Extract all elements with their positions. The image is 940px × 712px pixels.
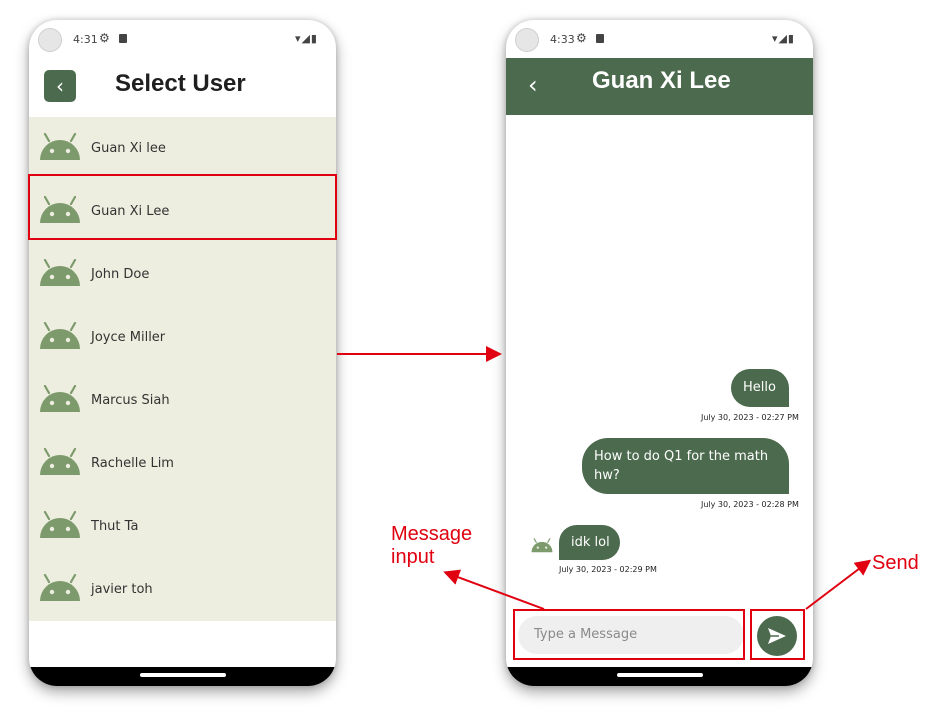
message-input-callout-arrow xyxy=(443,569,545,610)
message-input-callout-label: Message input xyxy=(391,523,472,569)
callout-line: Message xyxy=(391,523,473,545)
annotation-arrows xyxy=(337,346,872,610)
send-callout-arrow xyxy=(805,559,872,610)
send-callout-label: Send xyxy=(872,552,919,574)
callout-line: input xyxy=(391,546,435,568)
